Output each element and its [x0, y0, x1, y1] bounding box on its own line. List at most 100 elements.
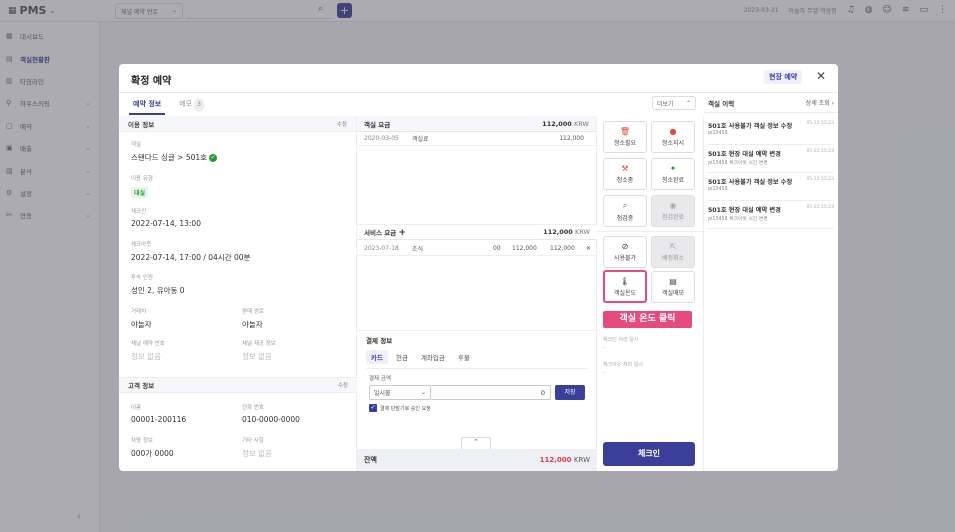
- tab-transfer[interactable]: 계좌입금: [416, 350, 450, 364]
- installment-select[interactable]: 일시불 ⌄: [369, 385, 431, 400]
- clean-done-button[interactable]: ✦ 청소완료: [651, 158, 695, 190]
- history-item[interactable]: 501호 현장 대실 예약 변경 05-22 15:23 pi13456 체크아…: [708, 202, 834, 229]
- car-label: 차량 정보: [131, 438, 153, 444]
- room-memo-button[interactable]: ▤ 객실메모: [651, 271, 695, 303]
- modal-tabs: 예약 정보 메모 3: [129, 97, 208, 115]
- room-fee-amount: 112,000: [542, 119, 572, 128]
- memo-icon: ▤: [669, 277, 677, 286]
- channel-label: 거래처: [131, 309, 147, 315]
- history-item[interactable]: 501호 사용불가 객실 정보 수정 05-22 15:23 pi13456: [708, 118, 834, 145]
- history-item[interactable]: 501호 현장 대실 예약 변경 05-22 15:23 pi13456 체크아…: [708, 146, 834, 173]
- close-icon[interactable]: ✕: [816, 69, 826, 83]
- fee-column: 객실 요금 112,000 KRW 2020-03-05 객실료 112,000…: [357, 116, 597, 471]
- checkin-time-value: -: [603, 345, 605, 351]
- chevron-up-icon: ⌃: [685, 99, 691, 107]
- check-icon: ✓: [209, 154, 218, 162]
- sales-value: 야놀자: [242, 320, 263, 329]
- room-temperature-button[interactable]: 🌡 객실온도: [603, 270, 647, 303]
- info-column: 이용 정보 수정 객실 스탠다드 싱글 > 501호 ✓ 이용 유형 대실 체크인…: [119, 116, 357, 471]
- checkout-time-label: 체크아웃 처리 일시: [603, 362, 643, 368]
- payment-tabs: 카드 현금 계좌입금 후불: [357, 350, 597, 364]
- check-circle-icon: ◉: [669, 201, 677, 210]
- checkin-value: 2022-07-14, 13:00: [131, 219, 201, 228]
- phone-value: 010-0000-0000: [242, 415, 300, 424]
- cleaning-button[interactable]: ⚒ 청소중: [603, 158, 647, 190]
- car-value: 000가 0000: [131, 449, 174, 458]
- channel-value: 야놀자: [131, 320, 152, 329]
- service-fee-header: 서비스 요금 + 112,000 KRW: [357, 224, 597, 240]
- tab-memo[interactable]: 메모 3: [175, 97, 208, 115]
- guests-label: 투숙 인원: [131, 275, 153, 281]
- guests-value: 성인 2, 유아동 0: [131, 286, 185, 295]
- more-button[interactable]: 더보기 ⌃: [652, 96, 696, 110]
- alert-icon: ●: [669, 127, 677, 136]
- memo-count-badge: 3: [194, 98, 204, 112]
- action-column: 🗑 청소필요 ● 청소지시 ⚒ 청소중 ✦ 청소완료 ⌕ 점검중 ◉ 점검완료 ⊘ 사용불가 …: [597, 116, 704, 471]
- broom-icon: ⚒: [621, 164, 629, 173]
- sparkle-icon: ✦: [669, 164, 677, 173]
- modal-title: 확정 예약: [131, 76, 172, 87]
- terminal-approve-checkbox[interactable]: ✓: [369, 404, 377, 412]
- history-column: 객실 이력 상세 조회 › 501호 사용불가 객실 정보 수정 05-22 1…: [704, 96, 838, 471]
- divider: [119, 92, 838, 93]
- payment-section: 결제 정보 카드 현금 계좌입금 후불 결제 금액 일시불 ⌄ 0 저장 ✓ 결…: [357, 330, 597, 412]
- clean-needed-button[interactable]: 🗑 청소필요: [603, 121, 647, 153]
- room-label: 객실: [131, 142, 142, 148]
- divider: [704, 112, 838, 113]
- amount-input[interactable]: 0: [431, 385, 551, 400]
- save-payment-button[interactable]: 저장: [555, 385, 585, 400]
- edit-stay-button[interactable]: 수정: [337, 120, 347, 128]
- room-value: 스탠다드 싱글 > 501호 ✓: [131, 153, 218, 162]
- room-fee-header: 객실 요금 112,000 KRW: [357, 116, 596, 132]
- chevron-down-icon: ⌄: [420, 389, 426, 396]
- checkout-value: 2022-07-14, 17:00 / 04시간 00분: [131, 253, 251, 262]
- magnifier-icon: ⌕: [622, 200, 628, 210]
- edit-guest-button[interactable]: 수정: [338, 381, 348, 389]
- amount-label: 결제 금액: [369, 376, 391, 382]
- temperature-callout: 객실 온도 클릭: [603, 311, 692, 328]
- tab-reservation-info[interactable]: 예약 정보: [129, 97, 166, 115]
- usage-label: 이용 유형: [131, 176, 153, 182]
- reservation-modal: 확정 예약 현장 예약 ✕ 예약 정보 메모 3 더보기 ⌃ 이용 정보 수정 객…: [119, 64, 838, 471]
- tab-card[interactable]: 카드: [366, 350, 388, 364]
- checkbox-label: 결제 단말기로 승인 요청: [380, 405, 431, 412]
- balance-bar: 잔액 112,000 KRW: [357, 449, 597, 471]
- divider: [597, 231, 704, 232]
- sales-label: 판매 경로: [242, 309, 264, 315]
- sales-info-value: 정보 없음: [242, 352, 272, 361]
- stay-section-header: 이용 정보 수정: [119, 116, 356, 132]
- checkin-button[interactable]: 체크인: [603, 442, 695, 466]
- phone-label: 전화 번호: [242, 405, 264, 411]
- name-value: 00001-200116: [131, 415, 187, 424]
- trash-icon: 🗑: [619, 127, 631, 136]
- inspecting-button[interactable]: ⌕ 점검중: [603, 195, 647, 227]
- checkout-time-value: -: [603, 370, 605, 376]
- history-header: 객실 이력 상세 조회 ›: [708, 98, 834, 108]
- checkin-label: 체크인: [131, 209, 147, 215]
- unassign-button[interactable]: ⇱ 배정취소: [651, 236, 695, 268]
- guest-section-header: 고객 정보 수정: [119, 377, 357, 393]
- balance-amount: 112,000: [539, 456, 572, 464]
- channel-no-label: 채널 예약 번호: [131, 341, 165, 347]
- name-label: 이름: [131, 405, 142, 411]
- etc-value: 정보 없음: [242, 449, 272, 458]
- service-fee-row: 2023-07-18 조식 00 112,000 112,000 ✕: [357, 242, 597, 256]
- etc-label: 기타 사항: [242, 438, 264, 444]
- tab-deferred[interactable]: 후불: [453, 350, 475, 364]
- thermometer-icon: 🌡: [619, 276, 631, 286]
- history-detail-link[interactable]: 상세 조회 ›: [806, 98, 834, 108]
- unavailable-button[interactable]: ⊘ 사용불가: [603, 236, 647, 268]
- remove-service-icon[interactable]: ✕: [586, 245, 591, 252]
- expand-toggle-icon[interactable]: ⌃: [461, 437, 491, 449]
- usage-tag: 대실: [131, 187, 149, 198]
- checkin-time-label: 체크인 처리 일시: [603, 337, 639, 343]
- inspect-done-button[interactable]: ◉ 점검완료: [651, 195, 695, 227]
- service-fee-amount: 112,000: [543, 228, 573, 236]
- clean-order-button[interactable]: ● 청소지시: [651, 121, 695, 153]
- room-fee-row: 2020-03-05 객실료 112,000: [357, 132, 596, 146]
- tab-cash[interactable]: 현금: [391, 350, 413, 364]
- unassign-icon: ⇱: [669, 242, 677, 251]
- history-item[interactable]: 501호 사용불가 객실 정보 수정 05-22 15:23 pi13456: [708, 174, 834, 201]
- add-service-button[interactable]: +: [398, 228, 406, 238]
- chevron-right-icon: ›: [831, 100, 834, 107]
